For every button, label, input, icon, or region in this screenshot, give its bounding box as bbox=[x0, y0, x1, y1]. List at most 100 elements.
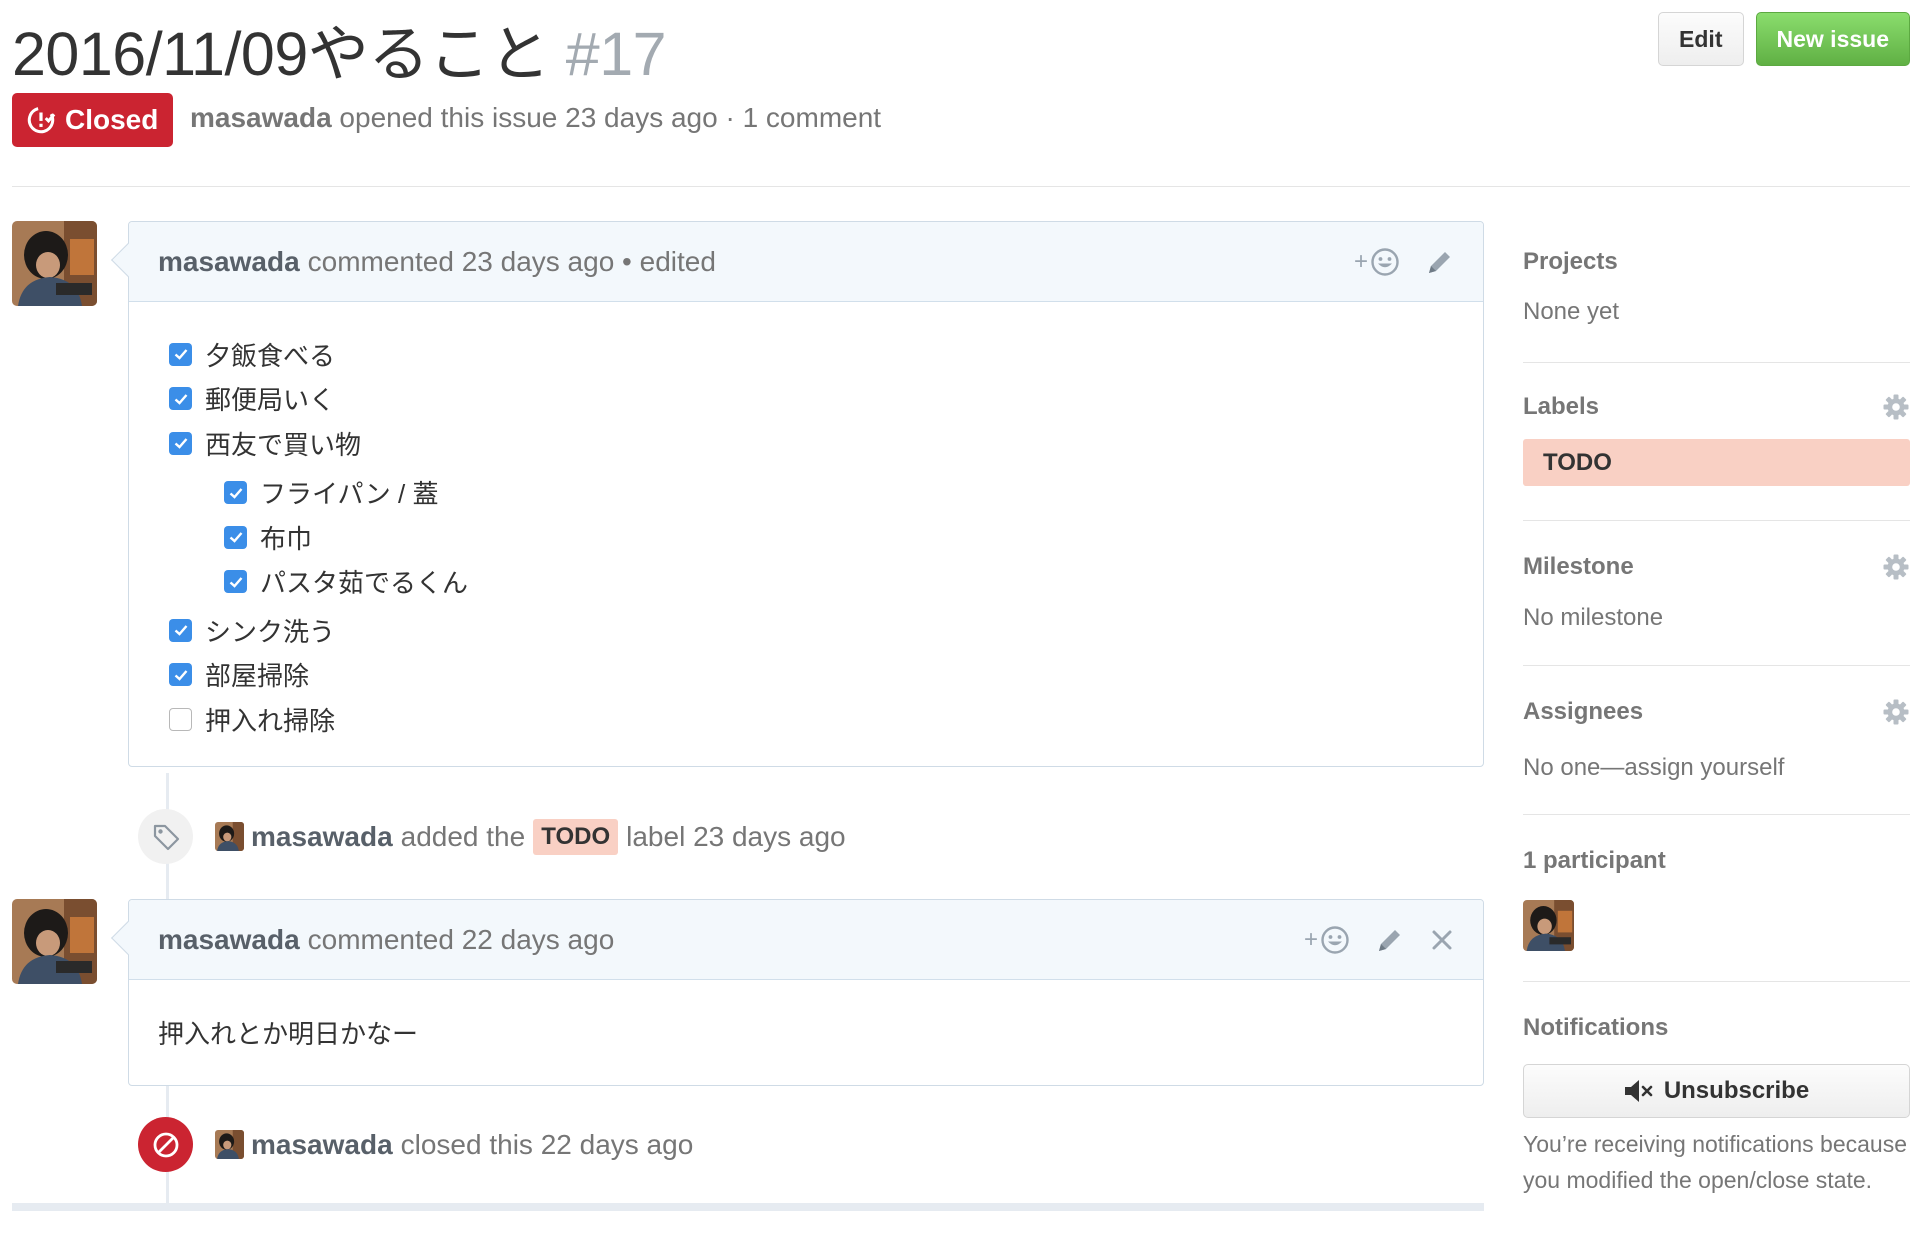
header-divider bbox=[12, 186, 1910, 187]
sidebar-projects: Projects None yet bbox=[1523, 230, 1910, 363]
comment-header: masawada commented 23 days ago • edited … bbox=[111, 222, 1483, 302]
task-checkbox[interactable] bbox=[224, 570, 247, 594]
comment-author-link[interactable]: masawada bbox=[158, 924, 300, 956]
comment-author-link[interactable]: masawada bbox=[158, 246, 300, 278]
task-text: シンク洗う bbox=[205, 616, 336, 647]
task-checkbox[interactable] bbox=[169, 342, 192, 366]
task-list-item: 郵便局いく bbox=[169, 377, 1443, 422]
tag-icon bbox=[153, 824, 179, 850]
task-checkbox[interactable] bbox=[169, 387, 192, 411]
task-checkbox[interactable] bbox=[169, 431, 192, 455]
task-text: フライパン / 蓋 bbox=[260, 479, 439, 510]
gear-icon[interactable] bbox=[1882, 393, 1910, 421]
sidebar-milestone: Milestone No milestone bbox=[1523, 521, 1910, 666]
edit-button[interactable]: Edit bbox=[1658, 12, 1744, 66]
task-checkbox[interactable] bbox=[169, 663, 192, 687]
sidebar-labels: Labels TODO bbox=[1523, 363, 1910, 521]
participants-heading: 1 participant bbox=[1523, 847, 1666, 874]
plus-icon: + bbox=[1353, 247, 1368, 275]
comment-body: 押入れとか明日かなー bbox=[158, 1019, 419, 1049]
task-checkbox[interactable] bbox=[224, 481, 247, 505]
circle-slash-icon bbox=[153, 1132, 178, 1157]
unsubscribe-button[interactable]: Unsubscribe bbox=[1523, 1064, 1910, 1118]
sidebar-label-todo[interactable]: TODO bbox=[1523, 439, 1910, 486]
avatar-image bbox=[215, 1130, 244, 1159]
avatar-image bbox=[12, 899, 97, 984]
edit-comment-button[interactable] bbox=[1376, 926, 1404, 954]
add-reaction-button[interactable]: + bbox=[1304, 925, 1350, 955]
task-text: 西友で買い物 bbox=[205, 429, 362, 460]
avatar-image bbox=[12, 221, 97, 306]
check-icon bbox=[229, 532, 242, 543]
task-checkbox[interactable] bbox=[169, 618, 192, 642]
add-reaction-button[interactable]: + bbox=[1354, 247, 1400, 277]
comment-meta: commented 22 days ago bbox=[307, 923, 615, 955]
task-text: 部屋掃除 bbox=[205, 661, 310, 692]
new-issue-button[interactable]: New issue bbox=[1755, 12, 1910, 66]
task-checkbox[interactable] bbox=[224, 525, 247, 549]
notifications-note: You’re receiving notifications because y… bbox=[1523, 1131, 1908, 1193]
check-icon bbox=[174, 438, 187, 449]
task-list-item: 押入れ掃除 bbox=[169, 697, 1443, 742]
participant-avatar[interactable] bbox=[1523, 900, 1574, 951]
sidebar-notifications: Notifications Unsubscribe You’re receivi… bbox=[1523, 982, 1910, 1198]
close-icon bbox=[1432, 930, 1452, 949]
event-badge bbox=[138, 809, 193, 864]
assign-yourself-link[interactable]: No one—assign yourself bbox=[1523, 754, 1910, 782]
issue-meta-text: opened this issue 23 days ago · 1 commen… bbox=[339, 102, 882, 133]
sidebar-assignees: Assignees No one—assign yourself bbox=[1523, 666, 1910, 815]
issue-number: #17 bbox=[565, 20, 667, 88]
avatar[interactable] bbox=[215, 822, 244, 851]
mute-icon bbox=[1624, 1080, 1653, 1102]
task-text: 郵便局いく bbox=[205, 385, 336, 416]
projects-value: None yet bbox=[1523, 298, 1620, 325]
event-text: added the bbox=[400, 820, 526, 852]
check-icon bbox=[174, 393, 187, 405]
unsubscribe-label: Unsubscribe bbox=[1663, 1077, 1810, 1104]
task-list-item: 部屋掃除 bbox=[169, 653, 1443, 698]
pencil-icon bbox=[1429, 251, 1450, 273]
avatar[interactable] bbox=[12, 899, 97, 984]
task-text: 布巾 bbox=[260, 523, 313, 554]
task-checkbox[interactable] bbox=[169, 707, 192, 731]
notifications-heading: Notifications bbox=[1523, 1014, 1669, 1041]
comment-actions: + bbox=[1304, 925, 1454, 955]
gear-icon[interactable] bbox=[1882, 553, 1910, 581]
issue-meta: masawada opened this issue 23 days ago ·… bbox=[190, 102, 881, 134]
comment: masawada commented 23 days ago • edited … bbox=[111, 221, 1484, 767]
pencil-icon bbox=[1379, 929, 1400, 951]
sidebar-heading[interactable]: Assignees bbox=[1523, 698, 1910, 726]
avatar[interactable] bbox=[12, 221, 97, 306]
assignees-heading: Assignees bbox=[1523, 698, 1644, 725]
header-actions: Edit New issue bbox=[1658, 12, 1910, 66]
edit-comment-button[interactable] bbox=[1426, 248, 1454, 276]
delete-comment-button[interactable] bbox=[1430, 928, 1454, 952]
task-list-item: 西友で買い物 bbox=[169, 421, 1443, 466]
task-list-item: フライパン / 蓋 bbox=[224, 471, 1443, 516]
event-text: closed this 22 days ago bbox=[400, 1128, 694, 1160]
issue-author-link[interactable]: masawada bbox=[190, 102, 332, 133]
sidebar-heading[interactable]: Milestone bbox=[1523, 553, 1910, 581]
event-author-link[interactable]: masawada bbox=[251, 821, 393, 853]
check-icon bbox=[174, 349, 187, 360]
issue-closed-icon bbox=[27, 106, 56, 134]
timeline-event-closed: masawada closed this 22 days ago bbox=[138, 1117, 693, 1172]
issue-title: 2016/11/09やること #17 bbox=[12, 4, 667, 93]
task-text: 夕飯食べる bbox=[205, 340, 336, 371]
avatar-image bbox=[1523, 900, 1574, 951]
task-list-item: 夕飯食べる bbox=[169, 332, 1443, 377]
timeline-event-labeled: masawada added the TODO label 23 days ag… bbox=[138, 809, 846, 864]
sidebar-heading: 1 participant bbox=[1523, 847, 1910, 875]
comment-meta: commented 23 days ago • edited bbox=[307, 245, 716, 277]
avatar-image bbox=[215, 822, 244, 851]
comment-arrow bbox=[111, 243, 145, 277]
labels-heading: Labels bbox=[1523, 393, 1600, 420]
issue-title-text: 2016/11/09やること bbox=[12, 20, 550, 88]
sidebar-heading[interactable]: Labels bbox=[1523, 393, 1910, 421]
gear-icon[interactable] bbox=[1882, 698, 1910, 726]
label-chip-todo[interactable]: TODO bbox=[533, 818, 619, 855]
event-author-link[interactable]: masawada bbox=[251, 1129, 393, 1161]
comment-arrow bbox=[111, 921, 145, 955]
avatar[interactable] bbox=[215, 1130, 244, 1159]
task-list-item: 布巾 bbox=[224, 515, 1443, 560]
